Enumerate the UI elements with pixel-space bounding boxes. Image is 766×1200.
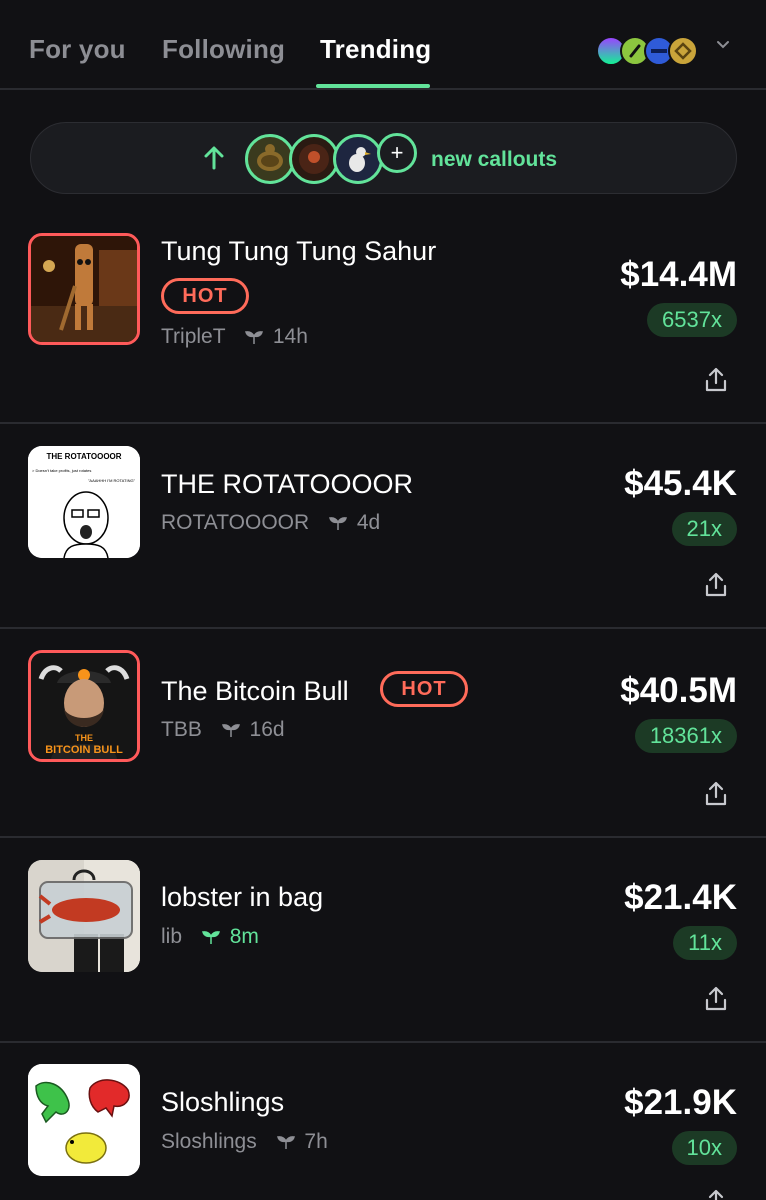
arrow-up-icon <box>204 146 224 170</box>
share-icon[interactable] <box>703 572 729 598</box>
tab-trending[interactable]: Trending <box>320 34 431 65</box>
token-name: THE ROTATOOOOR <box>161 469 414 499</box>
sprout-icon <box>221 724 240 737</box>
hot-badge: HOT <box>380 671 468 707</box>
image-caption-top: THE <box>75 733 93 743</box>
bnb-icon <box>668 36 698 66</box>
share-icon[interactable] <box>703 781 729 807</box>
token-ticker: Sloshlings <box>161 1130 257 1153</box>
image-caption-left: > Doesn't take profits, just rotates <box>32 468 91 473</box>
multiplier-badge: 10x <box>671 1131 737 1165</box>
market-cap: $21.4K <box>624 878 737 917</box>
token-age: 14h <box>272 325 308 348</box>
token-name: Sloshlings <box>161 1087 285 1117</box>
market-cap: $21.9K <box>624 1083 737 1122</box>
token-name: Tung Tung Tung Sahur <box>161 236 437 266</box>
token-image: THE BITCOIN BULL <box>28 650 140 762</box>
token-row[interactable]: Tung Tung Tung Sahur HOT TripleT 14h $14… <box>0 210 766 424</box>
image-caption-bottom: BITCOIN BULL <box>45 744 123 756</box>
image-caption-right: "AAAHHH I'M ROTATING" <box>88 478 136 483</box>
tab-following[interactable]: Following <box>162 34 285 65</box>
seagull-avatar <box>333 134 383 184</box>
token-image <box>28 233 140 345</box>
token-row[interactable]: THE ROTATOOOOR > Doesn't take profits, j… <box>0 424 766 629</box>
token-age: 4d <box>356 511 381 534</box>
share-icon[interactable] <box>703 367 729 393</box>
token-meta: lib 8m <box>161 925 259 949</box>
new-callouts-banner[interactable]: + new callouts <box>30 122 737 194</box>
token-ticker: TripleT <box>161 325 226 348</box>
chevron-down-icon[interactable] <box>716 38 730 52</box>
token-image <box>28 1064 140 1176</box>
market-cap: $14.4M <box>620 255 737 294</box>
token-name: lobster in bag <box>161 882 324 912</box>
tab-for-you[interactable]: For you <box>29 34 126 65</box>
token-meta: ROTATOOOOR 4d <box>161 511 380 535</box>
multiplier-badge: 6537x <box>647 303 737 337</box>
token-image: THE ROTATOOOOR > Doesn't take profits, j… <box>28 446 140 558</box>
token-meta: Sloshlings 7h <box>161 1130 328 1154</box>
token-meta: TBB 16d <box>161 718 285 742</box>
hot-badge: HOT <box>161 278 249 314</box>
market-cap: $40.5M <box>620 671 737 710</box>
token-image <box>28 860 140 972</box>
image-title: THE ROTATOOOOR <box>46 452 121 461</box>
token-name: The Bitcoin Bull <box>161 676 349 706</box>
token-ticker: TBB <box>161 718 202 741</box>
share-icon[interactable] <box>703 986 729 1012</box>
sprout-icon <box>201 931 220 944</box>
share-icon[interactable] <box>703 1189 729 1200</box>
sprout-icon <box>245 331 263 344</box>
token-row[interactable]: Sloshlings Sloshlings 7h $21.9K 10x <box>0 1043 766 1200</box>
multiplier-badge: 18361x <box>634 719 737 753</box>
token-ticker: ROTATOOOOR <box>161 511 310 534</box>
more-callouts-icon: + <box>377 133 417 173</box>
turtle-avatar <box>245 134 295 184</box>
token-row[interactable]: lobster in bag lib 8m $21.4K 11x <box>0 838 766 1043</box>
multiplier-badge: 21x <box>671 512 737 546</box>
top-tab-bar: For you Following Trending <box>0 0 766 90</box>
token-age: 8m <box>229 925 259 948</box>
chain-selector[interactable] <box>596 36 726 68</box>
active-tab-indicator <box>316 84 430 88</box>
new-callouts-label: new callouts <box>431 148 558 171</box>
multiplier-badge: 11x <box>673 926 737 960</box>
token-age: 7h <box>304 1130 328 1153</box>
sprout-icon <box>329 517 347 530</box>
token-ticker: lib <box>161 925 183 948</box>
token-meta: TripleT 14h <box>161 325 308 349</box>
sprout-icon <box>276 1136 295 1149</box>
token-age: 16d <box>249 718 285 741</box>
market-cap: $45.4K <box>624 464 737 503</box>
dark-creature-avatar <box>289 134 339 184</box>
token-row[interactable]: THE BITCOIN BULL The Bitcoin Bull HOT TB… <box>0 629 766 838</box>
